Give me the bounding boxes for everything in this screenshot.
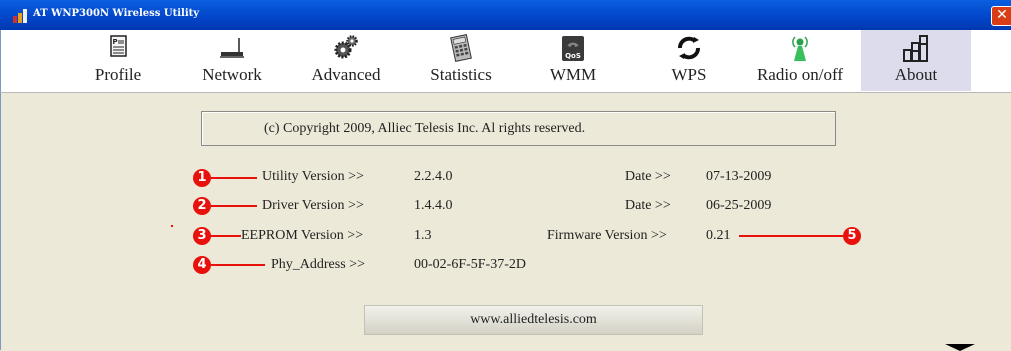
toolbar-statistics-label: Statistics [430,65,492,84]
callout-leader-4 [209,264,265,266]
toolbar-advanced-label: Advanced [311,65,381,84]
callout-leader-2 [209,205,257,207]
toolbar-wps-button[interactable]: WPS [649,30,729,91]
toolbar-radio-button[interactable]: Radio on/off [747,30,853,91]
phy-address-label: Phy_Address >> [271,257,365,272]
copyright-text: (c) Copyright 2009, Alliec Telesis Inc. … [201,111,836,146]
app-icon [13,9,29,23]
profile-icon: P [110,35,127,57]
qos-icon: QoS [562,36,584,61]
router-icon [220,38,244,58]
toolbar-about-label: About [894,65,938,84]
website-link-button[interactable]: www.alliedtelesis.com [364,305,703,335]
toolbar-advanced-button[interactable]: Advanced [298,30,394,91]
gears-icon [334,35,358,59]
callout-leader-5 [739,235,843,237]
wps-icon [678,36,700,60]
toolbar-profile-button[interactable]: P Profile [76,30,160,91]
calculator-icon [450,34,472,62]
eeprom-version-label: EEPROM Version >> [241,228,364,243]
toolbar-statistics-button[interactable]: Statistics [415,30,507,91]
utility-date-value: 07-13-2009 [706,169,772,184]
toolbar: P Profile Network Advanced Statistics Qo… [0,30,1011,93]
title-bar: AT WNP300N Wireless Utility ✕ [0,0,1011,30]
toolbar-wps-label: WPS [671,65,707,84]
utility-version-label: Utility Version >> [262,169,364,184]
firmware-version-value: 0.21 [706,228,731,243]
driver-date-value: 06-25-2009 [706,198,772,213]
callout-leader-3 [209,235,241,237]
phy-address-value: 00-02-6F-5F-37-2D [414,257,526,272]
utility-version-value: 2.2.4.0 [414,169,453,184]
toolbar-wmm-button[interactable]: QoS WMM [533,30,613,91]
callout-leader-1 [209,177,257,179]
callout-marker-5: 5 [843,227,861,245]
toolbar-wmm-label: WMM [549,65,597,84]
svg-text:P: P [113,38,118,46]
stray-dot [171,225,173,227]
antenna-icon [792,36,808,61]
close-button[interactable]: ✕ [991,6,1011,26]
window-title: AT WNP300N Wireless Utility [33,8,200,19]
driver-version-label: Driver Version >> [262,198,364,213]
eeprom-version-value: 1.3 [414,228,432,243]
about-panel: (c) Copyright 2009, Alliec Telesis Inc. … [0,93,1011,351]
svg-text:QoS: QoS [565,52,581,60]
toolbar-about-button[interactable]: About [861,30,971,91]
driver-date-label: Date >> [625,198,671,213]
toolbar-profile-label: Profile [94,65,142,84]
about-icon [903,35,928,62]
firmware-version-label: Firmware Version >> [547,228,667,243]
toolbar-radio-label: Radio on/off [756,65,844,84]
utility-date-label: Date >> [625,169,671,184]
toolbar-network-label: Network [202,65,262,84]
driver-version-value: 1.4.4.0 [414,198,453,213]
toolbar-network-button[interactable]: Network [188,30,276,91]
